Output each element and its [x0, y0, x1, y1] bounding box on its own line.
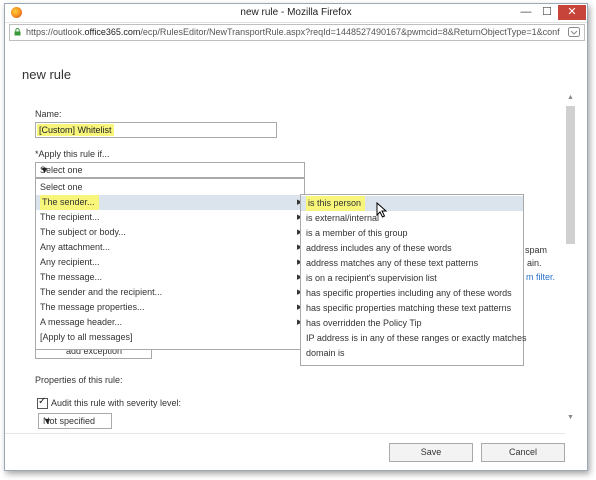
- name-field[interactable]: [Custom] Whitelist: [35, 122, 277, 138]
- submenu-item-label: has specific properties including any of…: [306, 288, 512, 298]
- sender-submenu: is this person is external/internal is a…: [300, 194, 527, 366]
- dropdown-item-label: Any recipient...: [40, 257, 100, 267]
- dropdown-item-label: Select one: [40, 182, 83, 192]
- submenu-item[interactable]: has specific properties including any of…: [301, 286, 523, 301]
- name-value: [Custom] Whitelist: [37, 124, 114, 136]
- submenu-item-label: address includes any of these words: [306, 243, 452, 253]
- dropdown-item[interactable]: Select one: [36, 180, 304, 195]
- dropdown-item[interactable]: The message properties... ▶: [36, 300, 304, 315]
- page-title: new rule: [22, 67, 72, 82]
- submenu-item[interactable]: address matches any of these text patter…: [301, 256, 523, 271]
- side-text-ain: ain.: [527, 258, 542, 268]
- lock-icon: [14, 28, 21, 36]
- side-text-spam: spam: [525, 245, 548, 255]
- dropdown-item-label: The message...: [40, 272, 103, 282]
- dropdown-item-label: [Apply to all messages]: [40, 332, 133, 342]
- dropdown-item[interactable]: The message... ▶: [36, 270, 304, 285]
- close-button[interactable]: ✕: [558, 5, 586, 20]
- dropdown-item-sender[interactable]: The sender... ▶: [36, 195, 304, 210]
- filter-link[interactable]: m filter.: [526, 272, 555, 282]
- mouse-pointer-icon: [376, 202, 388, 218]
- dropdown-item[interactable]: A message header... ▶: [36, 315, 304, 330]
- chevron-down-icon: ▼: [43, 416, 52, 426]
- submenu-item-label: has specific properties matching these t…: [306, 303, 512, 313]
- dropdown-item[interactable]: The recipient... ▶: [36, 210, 304, 225]
- submenu-item[interactable]: is external/internal: [301, 211, 523, 226]
- reader-view-icon[interactable]: [568, 27, 580, 37]
- dropdown-item[interactable]: Any recipient... ▶: [36, 255, 304, 270]
- save-button[interactable]: Save: [389, 443, 473, 462]
- scroll-down-icon[interactable]: ▼: [565, 414, 576, 424]
- submenu-item[interactable]: is a member of this group: [301, 226, 523, 241]
- dropdown-item-label: Any attachment...: [40, 242, 111, 252]
- vertical-scrollbar[interactable]: ▲ ▼: [565, 94, 576, 424]
- condition-dropdown-list: Select one The sender... ▶ The recipient…: [35, 178, 305, 350]
- submenu-item-label: IP address is in any of these ranges or …: [306, 333, 527, 343]
- scroll-thumb[interactable]: [566, 106, 575, 244]
- url-text: https://outlook.office365.com/ecp/RulesE…: [26, 27, 560, 37]
- submenu-item-is-this-person[interactable]: is this person: [301, 196, 523, 211]
- address-bar[interactable]: https://outlook.office365.com/ecp/RulesE…: [9, 24, 585, 41]
- minimize-button[interactable]: —: [517, 5, 535, 20]
- dropdown-item-label: The sender...: [40, 195, 99, 210]
- dropdown-item-label: The subject or body...: [40, 227, 126, 237]
- dropdown-item[interactable]: The sender and the recipient... ▶: [36, 285, 304, 300]
- apply-rule-select[interactable]: Select one ▼: [35, 162, 305, 178]
- name-label: Name:: [35, 109, 62, 119]
- submenu-item-label: has overridden the Policy Tip: [306, 318, 422, 328]
- audit-checkbox[interactable]: [37, 396, 48, 409]
- scroll-up-icon[interactable]: ▲: [565, 94, 576, 104]
- submenu-item-label: is external/internal: [306, 213, 380, 223]
- submenu-item[interactable]: is on a recipient's supervision list: [301, 271, 523, 286]
- cancel-button[interactable]: Cancel: [481, 443, 565, 462]
- submenu-item[interactable]: has overridden the Policy Tip: [301, 316, 523, 331]
- apply-rule-label: *Apply this rule if...: [35, 149, 110, 159]
- browser-window: new rule - Mozilla Firefox — ☐ ✕ https:/…: [4, 3, 588, 471]
- dropdown-item[interactable]: Any attachment... ▶: [36, 240, 304, 255]
- dropdown-item[interactable]: [Apply to all messages]: [36, 330, 304, 345]
- dropdown-item-label: A message header...: [40, 317, 123, 327]
- dropdown-item-label: The recipient...: [40, 212, 100, 222]
- window-title: new rule - Mozilla Firefox: [240, 7, 352, 18]
- submenu-item-label: is on a recipient's supervision list: [306, 273, 437, 283]
- dropdown-item[interactable]: The subject or body... ▶: [36, 225, 304, 240]
- audit-label: Audit this rule with severity level:: [51, 398, 182, 408]
- severity-select[interactable]: Not specified ▼: [38, 413, 112, 429]
- submenu-item[interactable]: has specific properties matching these t…: [301, 301, 523, 316]
- submenu-item[interactable]: domain is: [301, 346, 523, 361]
- submenu-item-label: address matches any of these text patter…: [306, 258, 479, 268]
- submenu-item-label: domain is: [306, 348, 345, 358]
- maximize-button[interactable]: ☐: [538, 5, 556, 20]
- submenu-item[interactable]: address includes any of these words: [301, 241, 523, 256]
- properties-label: Properties of this rule:: [35, 375, 123, 385]
- submenu-item-label: is a member of this group: [306, 228, 408, 238]
- dropdown-item-label: The sender and the recipient...: [40, 287, 163, 297]
- dropdown-item-label: The message properties...: [40, 302, 145, 312]
- title-bar: new rule - Mozilla Firefox — ☐ ✕: [5, 4, 587, 23]
- chevron-down-icon: ▼: [40, 165, 49, 175]
- submenu-item[interactable]: IP address is in any of these ranges or …: [301, 331, 527, 346]
- page-content: new rule ▲ ▼ Name: [Custom] Whitelist *A…: [5, 41, 587, 470]
- submenu-item-label: is this person: [306, 196, 366, 211]
- footer-divider: [5, 433, 565, 434]
